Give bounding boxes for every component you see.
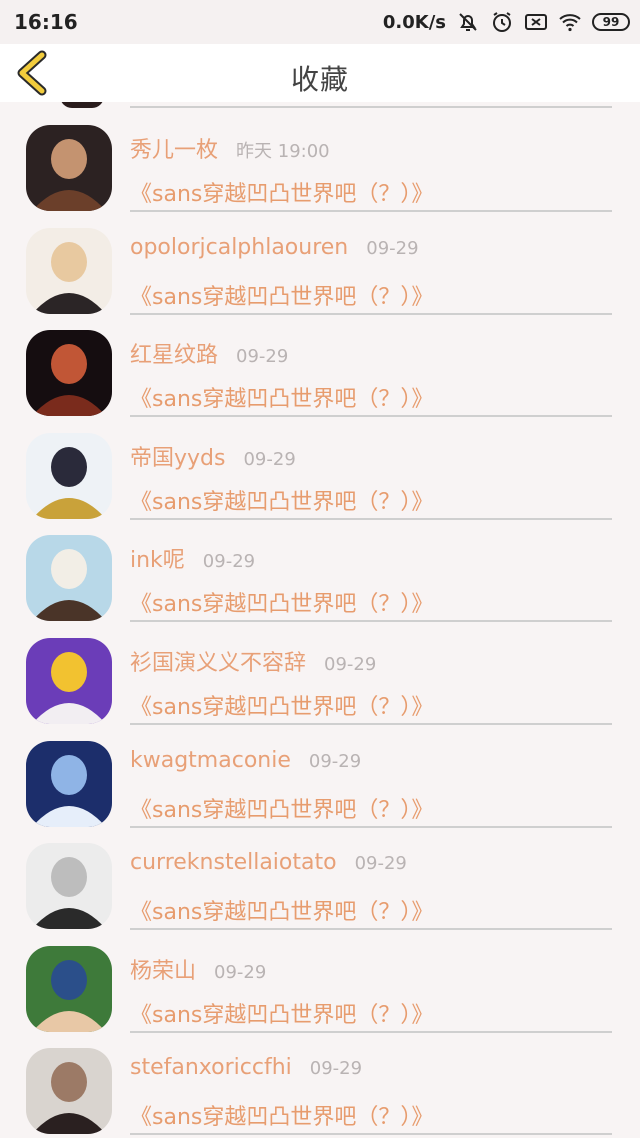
- user-name[interactable]: 秀儿一枚: [130, 132, 218, 164]
- item-header: stefanxoriccfhi 09-29: [130, 1055, 362, 1087]
- avatar[interactable]: [26, 945, 112, 1032]
- status-bar: 16:16 0.0K/s 99: [0, 0, 640, 44]
- timestamp: 昨天 19:00: [236, 141, 330, 162]
- wifi-icon: [558, 10, 582, 34]
- timestamp: 09-29: [214, 961, 267, 983]
- avatar[interactable]: [26, 740, 112, 827]
- list-item[interactable]: opolorjcalphlaouren 09-29 《sans穿越凹凸世界吧（？）》: [0, 209, 640, 315]
- mute-bell-icon: [456, 10, 480, 34]
- list-item[interactable]: curreknstellaiotato 09-29 《sans穿越凹凸世界吧（？）》: [0, 824, 640, 931]
- item-header: 帝国yyds 09-29: [130, 440, 296, 472]
- timestamp: 09-29: [324, 654, 377, 675]
- user-name[interactable]: 衫国演义义不容辞: [130, 645, 306, 677]
- avatar[interactable]: [26, 1048, 112, 1135]
- item-header: 杨荣山 09-29: [130, 953, 266, 985]
- favorites-list[interactable]: 秀儿一枚 昨天 19:00 《sans穿越凹凸世界吧（？）》 opolorjcalph…: [0, 102, 640, 1138]
- work-title-link[interactable]: 《sans穿越凹凸世界吧（？）》: [130, 176, 433, 208]
- user-name[interactable]: 帝国yyds: [130, 440, 225, 472]
- work-title-link[interactable]: 《sans穿越凹凸世界吧（？）》: [130, 997, 433, 1029]
- timestamp: 09-29: [236, 346, 289, 368]
- item-header: 红星纹路 09-29: [130, 337, 288, 369]
- list-item[interactable]: 衫国演义义不容辞 09-29 《sans穿越凹凸世界吧（？）》: [0, 619, 640, 725]
- user-name[interactable]: 红星纹路: [130, 337, 218, 369]
- avatar[interactable]: [26, 432, 112, 519]
- item-header: 衫国演义义不容辞 09-29: [130, 645, 376, 677]
- user-name[interactable]: ink呢: [130, 542, 185, 574]
- item-header: kwagtmaconie 09-29: [130, 748, 361, 780]
- user-name[interactable]: opolorjcalphlaouren: [130, 235, 348, 260]
- work-title-link[interactable]: 《sans穿越凹凸世界吧（？）》: [130, 381, 433, 413]
- work-title-link[interactable]: 《sans穿越凹凸世界吧（？）》: [130, 279, 433, 311]
- timestamp: 09-29: [354, 853, 407, 875]
- alarm-icon: [490, 10, 514, 34]
- timestamp: 09-29: [309, 1058, 363, 1080]
- status-icons: 0.0K/s 99: [383, 9, 630, 35]
- work-title-link[interactable]: 《sans穿越凹凸世界吧（？）》: [130, 792, 433, 824]
- work-title-link[interactable]: 《sans穿越凹凸世界吧（？）》: [130, 586, 433, 618]
- user-name[interactable]: curreknstellaiotato: [130, 850, 337, 875]
- list-item[interactable]: 红星纹路 09-29 《sans穿越凹凸世界吧（？）》: [0, 311, 640, 418]
- user-name[interactable]: stefanxoriccfhi: [130, 1055, 292, 1080]
- work-title-link[interactable]: 《sans穿越凹凸世界吧（？）》: [130, 1099, 433, 1131]
- work-title-link[interactable]: 《sans穿越凹凸世界吧（？）》: [130, 894, 433, 926]
- user-name[interactable]: kwagtmaconie: [130, 748, 291, 773]
- list-item[interactable]: kwagtmaconie 09-29 《sans穿越凹凸世界吧（？）》: [0, 722, 640, 828]
- work-title-link[interactable]: 《sans穿越凹凸世界吧（？）》: [130, 689, 433, 721]
- item-header: opolorjcalphlaouren 09-29: [130, 235, 419, 267]
- avatar[interactable]: [26, 843, 112, 930]
- page-title: 收藏: [290, 63, 349, 96]
- user-name[interactable]: 杨荣山: [130, 953, 196, 985]
- item-header: 秀儿一枚 昨天 19:00: [130, 132, 330, 164]
- avatar[interactable]: [26, 638, 112, 724]
- avatar[interactable]: [26, 125, 112, 211]
- avatar[interactable]: [26, 535, 112, 622]
- battery-level: 99: [602, 15, 620, 29]
- network-speed: 0.0K/s: [382, 11, 446, 33]
- list-item[interactable]: ink呢 09-29 《sans穿越凹凸世界吧（？）》: [0, 516, 640, 623]
- timestamp: 09-29: [243, 448, 296, 470]
- avatar[interactable]: [26, 227, 112, 314]
- header-bar: 收藏: [0, 44, 640, 102]
- item-header: curreknstellaiotato 09-29: [130, 850, 407, 882]
- avatar[interactable]: [26, 330, 112, 417]
- timestamp: 09-29: [202, 551, 256, 573]
- status-time: 16:16: [14, 10, 78, 34]
- timestamp: 09-29: [366, 237, 419, 259]
- timestamp: 09-29: [308, 750, 362, 772]
- list-item[interactable]: 秀儿一枚 昨天 19:00 《sans穿越凹凸世界吧（？）》: [0, 106, 640, 212]
- item-header: ink呢 09-29: [130, 542, 255, 574]
- work-title-link[interactable]: 《sans穿越凹凸世界吧（？）》: [130, 484, 433, 516]
- battery-icon: 99: [592, 13, 630, 31]
- list-item[interactable]: stefanxoriccfhi 09-29 《sans穿越凹凸世界吧（？）》: [0, 1029, 640, 1136]
- list-item[interactable]: 帝国yyds 09-29 《sans穿越凹凸世界吧（？）》: [0, 414, 640, 520]
- sim-off-icon: [524, 10, 548, 34]
- divider: [130, 1133, 612, 1136]
- list-item[interactable]: 杨荣山 09-29 《sans穿越凹凸世界吧（？）》: [0, 927, 640, 1033]
